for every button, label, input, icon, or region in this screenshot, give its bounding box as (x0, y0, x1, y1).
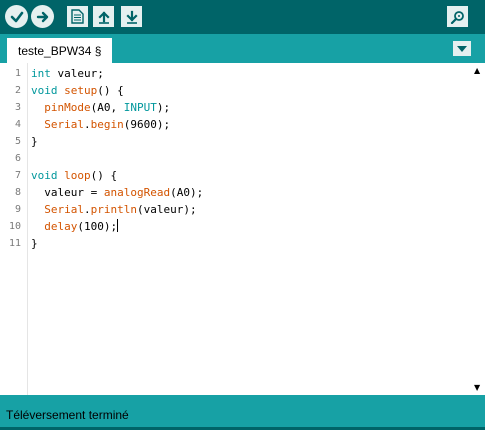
code-token: () { (97, 84, 124, 97)
code-token: begin (90, 118, 124, 131)
code-token: int (31, 67, 51, 80)
code-token: println (90, 203, 137, 216)
code-line[interactable]: int valeur; (31, 65, 104, 82)
code-token: () { (90, 169, 118, 182)
code-token: valeur; (50, 67, 104, 80)
code-line[interactable]: } (31, 133, 38, 150)
line-number-gutter: 1 2 3 4 5 6 7 8 9 10 11 (0, 63, 28, 395)
line-number: 9 (14, 204, 21, 215)
text-cursor (117, 219, 119, 232)
code-token: (9600); (123, 118, 171, 131)
code-token: loop (64, 169, 91, 182)
triangle-down-icon (457, 45, 467, 52)
code-line[interactable]: pinMode(A0, INPUT); (31, 99, 170, 116)
code-token: valeur = (31, 186, 104, 199)
code-line[interactable]: } (31, 235, 38, 252)
code-line[interactable]: Serial.println(valeur); (31, 201, 197, 218)
line-number: 11 (8, 238, 21, 249)
line-number: 8 (14, 187, 21, 198)
code-line[interactable]: valeur = analogRead(A0); (31, 184, 203, 201)
line-number: 4 (14, 119, 21, 130)
scroll-up-icon[interactable]: ▲ (474, 66, 480, 75)
checkmark-icon (10, 11, 23, 22)
status-message: Téléversement terminé (6, 408, 129, 422)
line-number: 1 (14, 68, 21, 79)
code-editor[interactable]: 1 2 3 4 5 6 7 8 9 10 11 int valeur; void setup() { … (0, 63, 485, 395)
open-up-arrow-icon (97, 10, 110, 24)
code-line[interactable]: void setup() { (31, 82, 124, 99)
tab-label: teste_BPW34 § (18, 43, 102, 58)
save-down-arrow-icon (125, 10, 138, 24)
code-token: (valeur); (136, 203, 197, 216)
code-token: (100); (77, 220, 118, 233)
line-number: 7 (14, 170, 21, 181)
vertical-scrollbar[interactable]: ▲ ▼ (471, 63, 485, 395)
line-number: 10 (8, 221, 21, 232)
code-line[interactable]: Serial.begin(9600); (31, 116, 170, 133)
right-arrow-icon (36, 11, 48, 22)
line-number: 6 (14, 153, 21, 164)
line-number: 2 (14, 85, 21, 96)
line-number: 3 (14, 102, 21, 113)
code-line[interactable]: void loop() { (31, 167, 117, 184)
code-token: } (31, 135, 38, 148)
code-token: void (31, 84, 58, 97)
code-token: Serial (44, 203, 84, 216)
verify-button[interactable] (5, 5, 28, 28)
toolbar (0, 0, 485, 34)
new-button[interactable] (67, 6, 88, 27)
code-token: delay (44, 220, 78, 233)
tab-sketch[interactable]: teste_BPW34 § (7, 38, 113, 63)
status-bar: Téléversement terminé (0, 395, 485, 430)
code-token: ); (156, 101, 171, 114)
code-token: . (84, 118, 91, 131)
code-token: Serial (44, 118, 84, 131)
magnifier-icon (450, 10, 464, 24)
code-token: (A0); (170, 186, 204, 199)
code-token: pinMode (44, 101, 91, 114)
code-token: . (84, 203, 91, 216)
code-token: analogRead (103, 186, 171, 199)
code-token: setup (64, 84, 98, 97)
code-token: (A0, (90, 101, 124, 114)
open-button[interactable] (93, 6, 114, 27)
code-token: INPUT (123, 101, 157, 114)
tab-menu-button[interactable] (453, 41, 471, 56)
code-token: void (31, 169, 58, 182)
upload-button[interactable] (31, 5, 54, 28)
code-line[interactable]: delay(100); (31, 218, 119, 235)
scroll-down-icon[interactable]: ▼ (474, 383, 480, 392)
save-button[interactable] (121, 6, 142, 27)
serial-monitor-button[interactable] (447, 6, 468, 27)
tab-bar: teste_BPW34 § (0, 34, 485, 63)
line-number: 5 (14, 136, 21, 147)
code-token: } (31, 237, 38, 250)
new-file-icon (71, 9, 84, 24)
